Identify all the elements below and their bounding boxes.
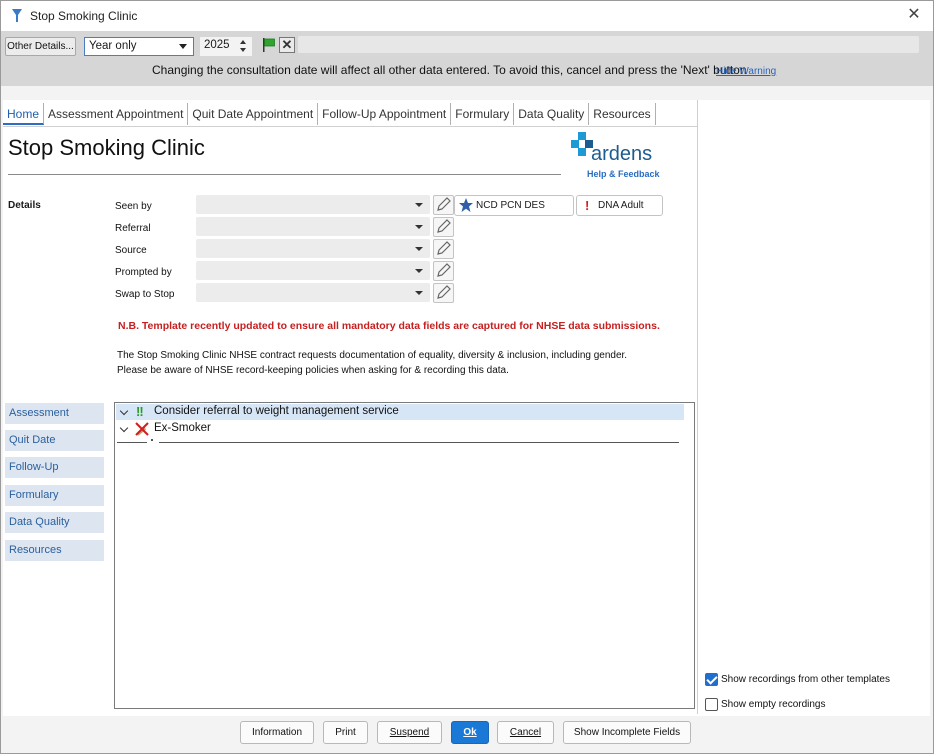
tab-data-quality[interactable]: Data Quality xyxy=(514,103,590,125)
show-empty-recordings-label: Show empty recordings xyxy=(721,699,826,710)
chevron-down-icon xyxy=(179,44,187,49)
dna-adult-badge[interactable]: ! DNA Adult xyxy=(576,195,663,216)
tree-item-label: Ex-Smoker xyxy=(154,422,211,434)
side-nav-follow-up[interactable]: Follow-Up xyxy=(5,457,104,478)
other-details-button[interactable]: Other Details... xyxy=(5,37,76,56)
window-title: Stop Smoking Clinic xyxy=(30,9,138,23)
exclamation-icon: ! xyxy=(585,198,590,213)
cancel-button[interactable]: Cancel xyxy=(497,721,554,744)
prompted-by-combo[interactable] xyxy=(196,261,430,280)
source-label: Source xyxy=(115,245,147,256)
chevron-down-icon xyxy=(415,247,423,251)
content-area: Home Assessment Appointment Quit Date Ap… xyxy=(3,100,930,716)
side-nav-quit-date[interactable]: Quit Date xyxy=(5,430,104,451)
template-update-notice: N.B. Template recently updated to ensure… xyxy=(118,320,660,332)
information-button[interactable]: Information xyxy=(240,721,314,744)
flag-icon[interactable] xyxy=(261,37,277,53)
swap-to-stop-combo[interactable] xyxy=(196,283,430,302)
chevron-down-icon xyxy=(415,225,423,229)
ok-button[interactable]: Ok xyxy=(451,721,489,744)
star-icon xyxy=(459,198,473,212)
edi-info-line1: The Stop Smoking Clinic NHSE contract re… xyxy=(117,350,628,361)
tab-quit-date-appointment[interactable]: Quit Date Appointment xyxy=(188,103,319,125)
side-nav-assessment[interactable]: Assessment xyxy=(5,403,104,424)
ncd-pcn-des-label: NCD PCN DES xyxy=(476,200,545,211)
date-field[interactable] xyxy=(298,36,919,53)
tree-separator xyxy=(159,442,679,443)
page-title: Stop Smoking Clinic xyxy=(8,135,205,160)
tab-follow-up-appointment[interactable]: Follow-Up Appointment xyxy=(318,103,452,125)
chevron-down-icon[interactable] xyxy=(119,406,129,416)
date-warning-text: Changing the consultation date will affe… xyxy=(152,63,747,77)
chevron-down-icon xyxy=(415,291,423,295)
period-select[interactable]: Year only xyxy=(84,37,194,56)
show-other-templates-label: Show recordings from other templates xyxy=(721,674,890,685)
side-nav-resources[interactable]: Resources xyxy=(5,540,104,561)
show-other-templates-checkbox[interactable] xyxy=(705,673,718,686)
clear-date-icon[interactable]: ✕ xyxy=(279,37,295,53)
side-nav-data-quality[interactable]: Data Quality xyxy=(5,512,104,533)
footer-bar: Information Print Suspend Ok Cancel Show… xyxy=(1,716,933,753)
show-empty-recordings-checkbox[interactable] xyxy=(705,698,718,711)
title-divider xyxy=(8,174,561,175)
print-button[interactable]: Print xyxy=(323,721,368,744)
suspend-button[interactable]: Suspend xyxy=(377,721,442,744)
tree-item[interactable]: !! Consider referral to weight managemen… xyxy=(116,404,684,420)
period-select-value: Year only xyxy=(89,40,137,52)
year-stepper[interactable]: 2025 xyxy=(200,37,252,56)
details-heading: Details xyxy=(8,200,41,211)
pencil-icon xyxy=(437,285,451,299)
source-edit-button[interactable] xyxy=(433,239,454,259)
close-icon[interactable]: ✕ xyxy=(905,6,923,24)
ardens-logo[interactable]: ardens Help & Feedback xyxy=(569,132,669,179)
tree-item[interactable]: Ex-Smoker xyxy=(116,421,684,437)
dna-adult-label: DNA Adult xyxy=(598,200,644,211)
swap-to-stop-edit-button[interactable] xyxy=(433,283,454,303)
spin-down-icon[interactable] xyxy=(240,48,246,52)
pencil-icon xyxy=(437,197,451,211)
pencil-icon xyxy=(437,219,451,233)
chevron-down-icon xyxy=(415,203,423,207)
edi-info-line2: Please be aware of NHSE record-keeping p… xyxy=(117,365,509,376)
prompted-by-label: Prompted by xyxy=(115,267,172,278)
tab-divider xyxy=(3,126,698,127)
app-logo-icon xyxy=(12,9,22,22)
help-feedback-link[interactable]: Help & Feedback xyxy=(587,169,660,179)
alert-icon: !! xyxy=(136,404,144,419)
tree-separator xyxy=(117,442,147,443)
seen-by-label: Seen by xyxy=(115,201,152,212)
title-bar: Stop Smoking Clinic ✕ xyxy=(1,1,933,31)
referral-combo[interactable] xyxy=(196,217,430,236)
year-value: 2025 xyxy=(204,39,230,51)
tab-home[interactable]: Home xyxy=(3,103,45,125)
tab-resources[interactable]: Resources xyxy=(589,103,656,125)
prompted-by-edit-button[interactable] xyxy=(433,261,454,281)
recordings-tree[interactable]: !! Consider referral to weight managemen… xyxy=(114,402,695,709)
tab-assessment-appointment[interactable]: Assessment Appointment xyxy=(44,103,189,125)
side-nav-formulary[interactable]: Formulary xyxy=(5,485,104,506)
chevron-down-icon xyxy=(415,269,423,273)
no-smoking-icon xyxy=(135,422,149,436)
swap-to-stop-label: Swap to Stop xyxy=(115,289,175,300)
tab-bar: Home Assessment Appointment Quit Date Ap… xyxy=(3,103,656,125)
spin-up-icon[interactable] xyxy=(240,40,246,44)
seen-by-combo[interactable] xyxy=(196,195,430,214)
tree-separator-dot xyxy=(151,439,153,441)
referral-label: Referral xyxy=(115,223,151,234)
hide-warning-link[interactable]: Hide Warning xyxy=(716,66,776,77)
pencil-icon xyxy=(437,263,451,277)
referral-edit-button[interactable] xyxy=(433,217,454,237)
seen-by-edit-button[interactable] xyxy=(433,195,454,215)
chevron-down-icon[interactable] xyxy=(119,423,129,433)
show-incomplete-fields-button[interactable]: Show Incomplete Fields xyxy=(563,721,691,744)
logo-word: ardens xyxy=(591,143,653,165)
ncd-pcn-des-badge[interactable]: NCD PCN DES xyxy=(454,195,574,216)
tree-item-label: Consider referral to weight management s… xyxy=(154,405,399,417)
tab-formulary[interactable]: Formulary xyxy=(451,103,515,125)
app-window: Stop Smoking Clinic ✕ Other Details... Y… xyxy=(0,0,934,754)
source-combo[interactable] xyxy=(196,239,430,258)
pencil-icon xyxy=(437,241,451,255)
toolbar: Other Details... Year only 2025 ✕ Changi… xyxy=(1,31,933,86)
